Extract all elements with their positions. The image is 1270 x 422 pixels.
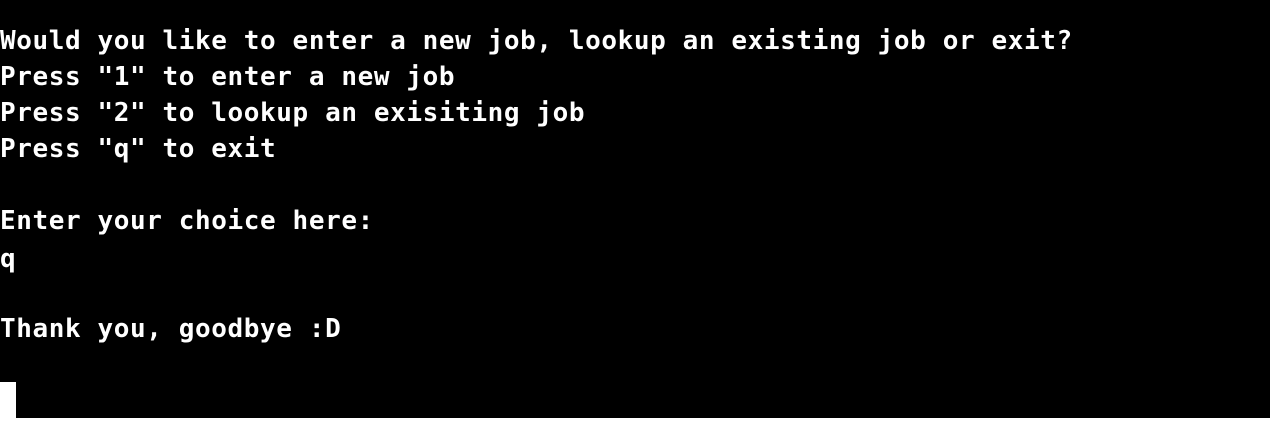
user-input-line: q bbox=[0, 244, 17, 274]
terminal-cursor bbox=[0, 382, 16, 418]
prompt-question-line: Would you like to enter a new job, looku… bbox=[0, 26, 1073, 56]
terminal-window[interactable]: Would you like to enter a new job, looku… bbox=[0, 0, 1270, 418]
option-lookup-job-line: Press "2" to lookup an exisiting job bbox=[0, 98, 586, 128]
choice-prompt-line: Enter your choice here: bbox=[0, 206, 374, 236]
option-new-job-line: Press "1" to enter a new job bbox=[0, 62, 456, 92]
goodbye-message-line: Thank you, goodbye :D bbox=[0, 314, 342, 344]
option-exit-line: Press "q" to exit bbox=[0, 134, 277, 164]
